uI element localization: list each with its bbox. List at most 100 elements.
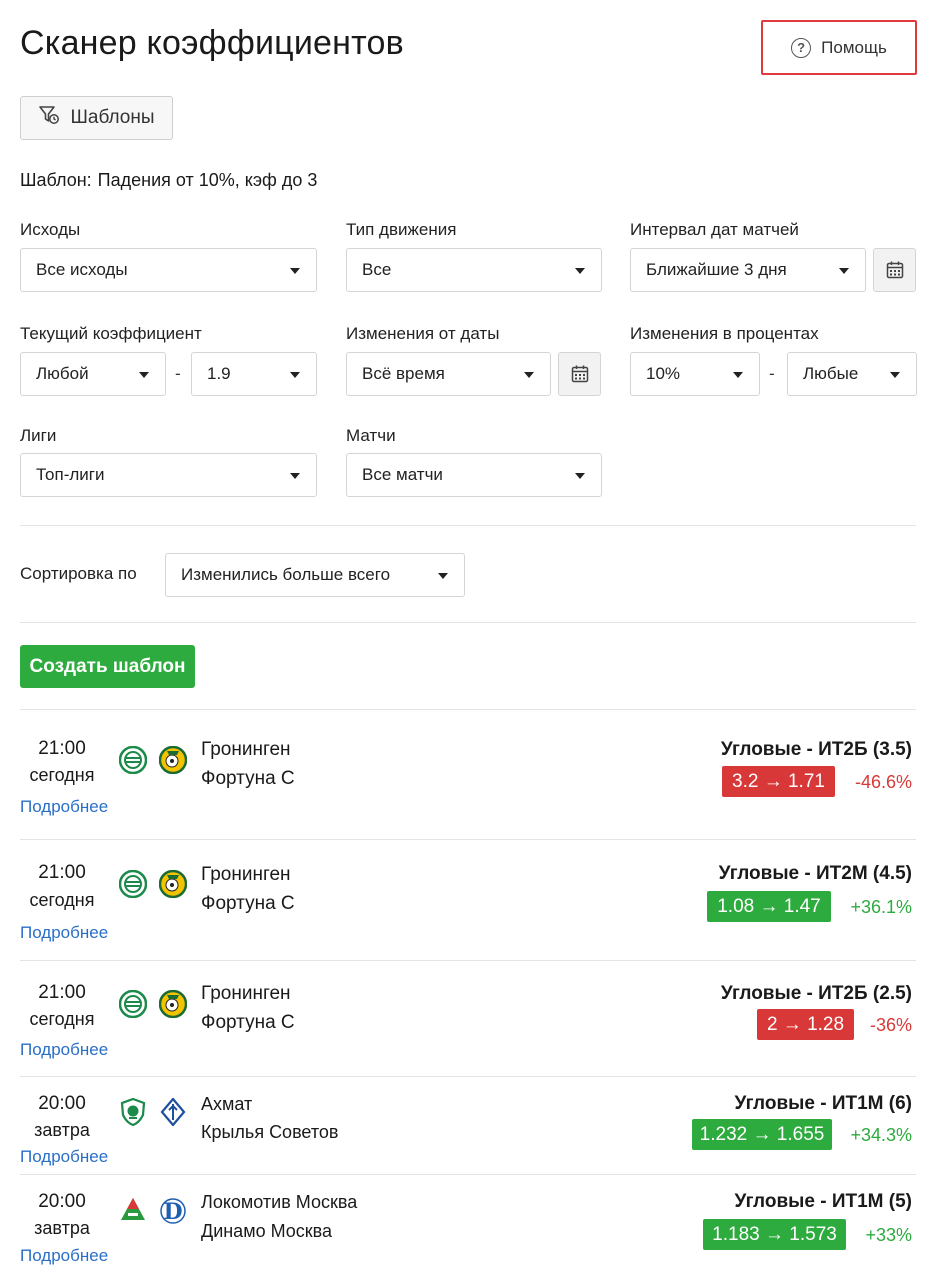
- chevron-down-icon: [290, 473, 300, 479]
- match-time: 20:00: [38, 1191, 86, 1212]
- chevron-down-icon: [575, 473, 585, 479]
- leagues-select[interactable]: Топ-лиги: [20, 453, 317, 497]
- chevron-down-icon: [839, 268, 849, 274]
- changes-percent-from-value: 10%: [646, 364, 681, 383]
- calendar-icon: [886, 261, 903, 279]
- odds-change-badge: 1.183 → 1.573: [703, 1219, 846, 1250]
- match-time: 21:00: [38, 738, 86, 759]
- leagues-label: Лиги: [20, 426, 57, 445]
- details-link[interactable]: Подробнее: [20, 797, 108, 817]
- chevron-down-icon: [733, 372, 743, 378]
- templates-label: Шаблоны: [70, 107, 155, 128]
- movement-select[interactable]: Все: [346, 248, 602, 292]
- outcomes-value: Все исходы: [36, 260, 128, 279]
- odds-change-percent: +36.1%: [850, 897, 912, 917]
- current-odds-from-select[interactable]: Любой: [20, 352, 166, 396]
- leagues-value: Топ-лиги: [36, 465, 105, 484]
- odds-change-badge: 3.2 → 1.71: [722, 766, 835, 797]
- market-name: Угловые - ИТ2Б (3.5): [720, 739, 912, 760]
- sort-select[interactable]: Изменились больше всего: [165, 553, 465, 597]
- date-interval-select[interactable]: Ближайшие 3 дня: [630, 248, 866, 292]
- details-link[interactable]: Подробнее: [20, 1040, 108, 1060]
- question-circle-icon: ?: [791, 37, 812, 58]
- changes-percent-from-select[interactable]: 10%: [630, 352, 760, 396]
- help-button[interactable]: ? Помощь: [761, 20, 917, 75]
- groningen-logo-icon: [119, 990, 147, 1018]
- sort-label: Сортировка по: [20, 564, 137, 583]
- chevron-down-icon: [139, 372, 149, 378]
- help-label: Помощь: [821, 37, 887, 57]
- match-day: сегодня: [29, 890, 95, 910]
- outcomes-label: Исходы: [20, 220, 81, 239]
- template-value: Падения от 10%, кэф до 3: [97, 170, 318, 190]
- odds-change-badge: 1.232 → 1.655: [692, 1119, 832, 1150]
- fortuna-sittard-logo-icon: [159, 990, 187, 1018]
- details-link[interactable]: Подробнее: [20, 1246, 108, 1266]
- page-title: Сканер коэффициентов: [20, 24, 404, 62]
- filter-history-icon: [38, 104, 60, 132]
- changes-percent-label: Изменения в процентах: [630, 324, 819, 343]
- divider: [20, 1174, 916, 1175]
- away-team: Фортуна С: [201, 893, 295, 914]
- odds-change-percent: +34.3%: [850, 1125, 912, 1145]
- match-day: сегодня: [29, 765, 95, 785]
- changes-from-date-value: Всё время: [362, 364, 445, 383]
- details-link[interactable]: Подробнее: [20, 1147, 108, 1167]
- current-odds-to-select[interactable]: 1.9: [191, 352, 317, 396]
- dynamo-logo-icon: D: [160, 1198, 186, 1224]
- divider: [20, 525, 916, 526]
- date-interval-label: Интервал дат матчей: [630, 220, 799, 239]
- groningen-logo-icon: [119, 746, 147, 774]
- divider: [20, 622, 916, 623]
- create-template-button[interactable]: Создать шаблон: [20, 645, 195, 688]
- matches-label: Матчи: [346, 426, 396, 445]
- changes-from-date-select[interactable]: Всё время: [346, 352, 551, 396]
- odds-change-percent: +33%: [865, 1225, 912, 1245]
- movement-value: Все: [362, 260, 392, 279]
- changes-percent-to-select[interactable]: Любые: [787, 352, 917, 396]
- divider: [20, 839, 916, 840]
- changes-date-calendar-button[interactable]: [558, 352, 601, 396]
- match-time: 20:00: [38, 1093, 86, 1114]
- movement-label: Тип движения: [346, 220, 457, 239]
- changes-from-date-label: Изменения от даты: [346, 324, 500, 343]
- sort-value: Изменились больше всего: [181, 565, 391, 584]
- home-team: Ахмат: [201, 1094, 253, 1114]
- templates-button[interactable]: Шаблоны: [20, 96, 173, 140]
- market-name: Угловые - ИТ2Б (2.5): [720, 983, 912, 1004]
- date-interval-value: Ближайшие 3 дня: [646, 260, 787, 279]
- range-separator: -: [175, 364, 181, 383]
- template-label: Шаблон:: [20, 170, 92, 190]
- range-separator: -: [769, 364, 775, 383]
- outcomes-select[interactable]: Все исходы: [20, 248, 317, 292]
- fortuna-sittard-logo-icon: [159, 870, 187, 898]
- calendar-icon: [571, 365, 588, 383]
- market-name: Угловые - ИТ2М (4.5): [718, 863, 912, 884]
- krylia-sovetov-logo-icon: [160, 1098, 186, 1126]
- odds-change-percent: -46.6%: [854, 772, 912, 792]
- svg-text:D: D: [163, 1199, 182, 1224]
- home-team: Гронинген: [201, 864, 291, 885]
- away-team: Крылья Советов: [201, 1122, 339, 1142]
- match-day: завтра: [34, 1218, 90, 1238]
- divider: [20, 709, 916, 710]
- odds-change-badge: 2 → 1.28: [757, 1009, 854, 1040]
- akhmat-logo-icon: [120, 1098, 146, 1126]
- away-team: Фортуна С: [201, 768, 295, 789]
- current-template: Шаблон: Падения от 10%, кэф до 3: [20, 170, 317, 191]
- lokomotiv-logo-icon: [121, 1198, 145, 1220]
- date-interval-calendar-button[interactable]: [873, 248, 916, 292]
- matches-select[interactable]: Все матчи: [346, 453, 602, 497]
- current-odds-to-value: 1.9: [207, 364, 231, 383]
- chevron-down-icon: [438, 573, 448, 579]
- odds-change-badge: 1.08 → 1.47: [707, 891, 831, 922]
- match-day: завтра: [34, 1120, 90, 1140]
- groningen-logo-icon: [119, 870, 147, 898]
- match-time: 21:00: [38, 862, 86, 883]
- market-name: Угловые - ИТ1М (6): [734, 1093, 912, 1114]
- changes-percent-to-value: Любые: [803, 364, 859, 383]
- chevron-down-icon: [290, 268, 300, 274]
- details-link[interactable]: Подробнее: [20, 923, 108, 943]
- matches-value: Все матчи: [362, 465, 443, 484]
- chevron-down-icon: [290, 372, 300, 378]
